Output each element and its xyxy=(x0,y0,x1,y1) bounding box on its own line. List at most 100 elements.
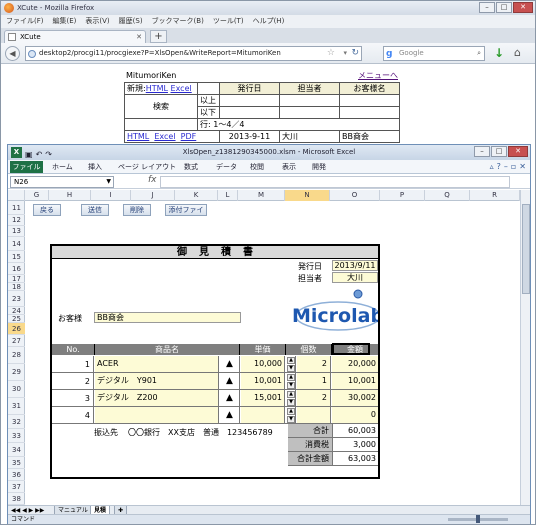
row-header[interactable]: 12 xyxy=(8,215,25,226)
row-header[interactable]: 23 xyxy=(8,291,25,307)
name-box[interactable]: N26 ▼ xyxy=(10,176,114,188)
tab-close-icon[interactable]: ✕ xyxy=(136,31,142,43)
tab-view[interactable]: 表示 xyxy=(282,160,296,174)
item-picker-icon[interactable]: ▲ xyxy=(220,390,240,406)
col-header[interactable]: K xyxy=(175,190,218,201)
qty-spinner[interactable]: ▲ ▼ xyxy=(286,373,296,389)
fx-icon[interactable]: fx xyxy=(148,175,157,185)
menu-edit[interactable]: 編集(E) xyxy=(53,15,77,28)
row-header[interactable]: 32 xyxy=(8,415,25,429)
row-html-link[interactable]: HTML xyxy=(127,132,149,141)
row-header[interactable]: 28 xyxy=(8,347,25,364)
col-header[interactable]: M xyxy=(238,190,285,201)
search-bar[interactable]: g Google ⌕ xyxy=(383,46,485,61)
item-picker-icon[interactable]: ▲ xyxy=(220,373,240,389)
menu-bookmarks[interactable]: ブックマーク(B) xyxy=(152,15,204,28)
row-header[interactable]: 37 xyxy=(8,481,25,493)
item-name[interactable]: デジタル Z200 xyxy=(95,390,219,406)
row-header[interactable]: 17 xyxy=(8,275,25,283)
menu-view[interactable]: 表示(V) xyxy=(85,15,109,28)
item-qty[interactable]: 2 xyxy=(297,356,331,372)
row-header[interactable]: 27 xyxy=(8,335,25,347)
item-name[interactable]: ACER xyxy=(95,356,219,372)
col-header[interactable]: Q xyxy=(425,190,470,201)
row-excel-link[interactable]: Excel xyxy=(154,132,175,141)
attach-file-button[interactable]: 添付ファイ xyxy=(165,204,207,216)
tab-xcute[interactable]: XCute ✕ xyxy=(4,30,146,43)
ribbon-minimize-icon[interactable]: – xyxy=(504,160,508,174)
row-header[interactable]: 38 xyxy=(8,493,25,505)
customer-cell[interactable]: BB商会 xyxy=(94,312,241,323)
qty-spinner[interactable]: ▲ ▼ xyxy=(286,356,296,372)
tab-data[interactable]: データ xyxy=(216,160,237,174)
col-header[interactable]: J xyxy=(131,190,175,201)
row-header[interactable]: 18 xyxy=(8,283,25,291)
item-price[interactable] xyxy=(241,407,285,423)
tab-review[interactable]: 校閲 xyxy=(250,160,264,174)
item-name[interactable] xyxy=(95,407,219,423)
item-price[interactable]: 10,000 xyxy=(241,356,285,372)
col-header[interactable]: I xyxy=(91,190,131,201)
ribbon-restore-icon[interactable]: ▫ xyxy=(511,160,516,174)
item-qty[interactable]: 1 xyxy=(297,373,331,389)
tab-file[interactable]: ファイル xyxy=(10,161,43,173)
tab-formulas[interactable]: 数式 xyxy=(184,160,198,174)
col-header[interactable]: O xyxy=(330,190,380,201)
download-icon[interactable]: ↓ xyxy=(494,46,504,60)
close-button[interactable]: ✕ xyxy=(513,2,533,13)
vertical-scrollbar[interactable] xyxy=(520,190,530,505)
item-name[interactable]: デジタル Y901 xyxy=(95,373,219,389)
qty-spinner[interactable]: ▲ ▼ xyxy=(286,407,296,423)
ribbon-collapse-icon[interactable]: ▵ xyxy=(490,160,494,174)
row-header[interactable]: 31 xyxy=(8,398,25,415)
row-header-selected[interactable]: 26 xyxy=(8,323,25,335)
reload-icon[interactable]: ↻ xyxy=(351,47,359,60)
item-qty[interactable] xyxy=(297,407,331,423)
row-header[interactable]: 13 xyxy=(8,226,25,237)
minimize-button[interactable]: – xyxy=(479,2,495,13)
url-bar[interactable]: desktop2/procgi11/procgiexe?P=XlsOpen&Wr… xyxy=(25,46,362,61)
col-header[interactable]: H xyxy=(49,190,91,201)
tab-insert[interactable]: 挿入 xyxy=(88,160,102,174)
person-input[interactable] xyxy=(279,94,340,107)
item-qty[interactable]: 2 xyxy=(297,390,331,406)
row-header[interactable]: 30 xyxy=(8,381,25,398)
row-header[interactable]: 33 xyxy=(8,429,25,443)
bookmark-star-icon[interactable]: ☆ xyxy=(327,47,335,60)
zoom-slider[interactable] xyxy=(448,515,508,523)
row-header[interactable]: 34 xyxy=(8,443,25,457)
row-header[interactable]: 25 xyxy=(8,315,25,323)
qty-spinner[interactable]: ▲ ▼ xyxy=(286,390,296,406)
item-picker-icon[interactable]: ▲ xyxy=(220,407,240,423)
issue-date-cell[interactable]: 2013/9/11 xyxy=(332,260,378,271)
col-header-selected[interactable]: N xyxy=(285,190,330,201)
col-header[interactable]: R xyxy=(470,190,520,201)
row-header[interactable]: 15 xyxy=(8,251,25,263)
name-box-dropdown-icon[interactable]: ▼ xyxy=(106,177,111,187)
col-header[interactable]: P xyxy=(380,190,425,201)
back-button[interactable]: ◀ xyxy=(5,46,20,61)
scrollbar-thumb[interactable] xyxy=(522,204,530,294)
help-icon[interactable]: ? xyxy=(497,160,501,174)
send-sheet-button[interactable]: 送信 xyxy=(81,204,109,216)
menu-history[interactable]: 履歴(S) xyxy=(119,15,143,28)
row-header[interactable]: 24 xyxy=(8,307,25,315)
home-icon[interactable]: ⌂ xyxy=(514,46,521,59)
tab-home[interactable]: ホーム xyxy=(52,160,73,174)
menu-link[interactable]: メニューへ xyxy=(358,70,398,81)
back-sheet-button[interactable]: 戻る xyxy=(33,204,61,216)
excel-maximize-button[interactable]: □ xyxy=(491,146,507,157)
ribbon-close-icon[interactable]: ✕ xyxy=(519,160,526,174)
date-from-input[interactable] xyxy=(219,94,280,107)
excel-minimize-button[interactable]: – xyxy=(474,146,490,157)
item-price[interactable]: 15,001 xyxy=(241,390,285,406)
row-pdf-link[interactable]: PDF xyxy=(181,132,197,141)
person-cell[interactable]: 大川 xyxy=(332,272,378,283)
menu-help[interactable]: ヘルプ(H) xyxy=(253,15,285,28)
row-header[interactable]: 14 xyxy=(8,237,25,251)
zoom-slider-knob[interactable] xyxy=(476,515,480,523)
row-header[interactable]: 16 xyxy=(8,263,25,275)
tab-developer[interactable]: 開発 xyxy=(312,160,326,174)
new-tab-button[interactable]: + xyxy=(150,30,167,43)
col-header[interactable]: L xyxy=(218,190,238,201)
